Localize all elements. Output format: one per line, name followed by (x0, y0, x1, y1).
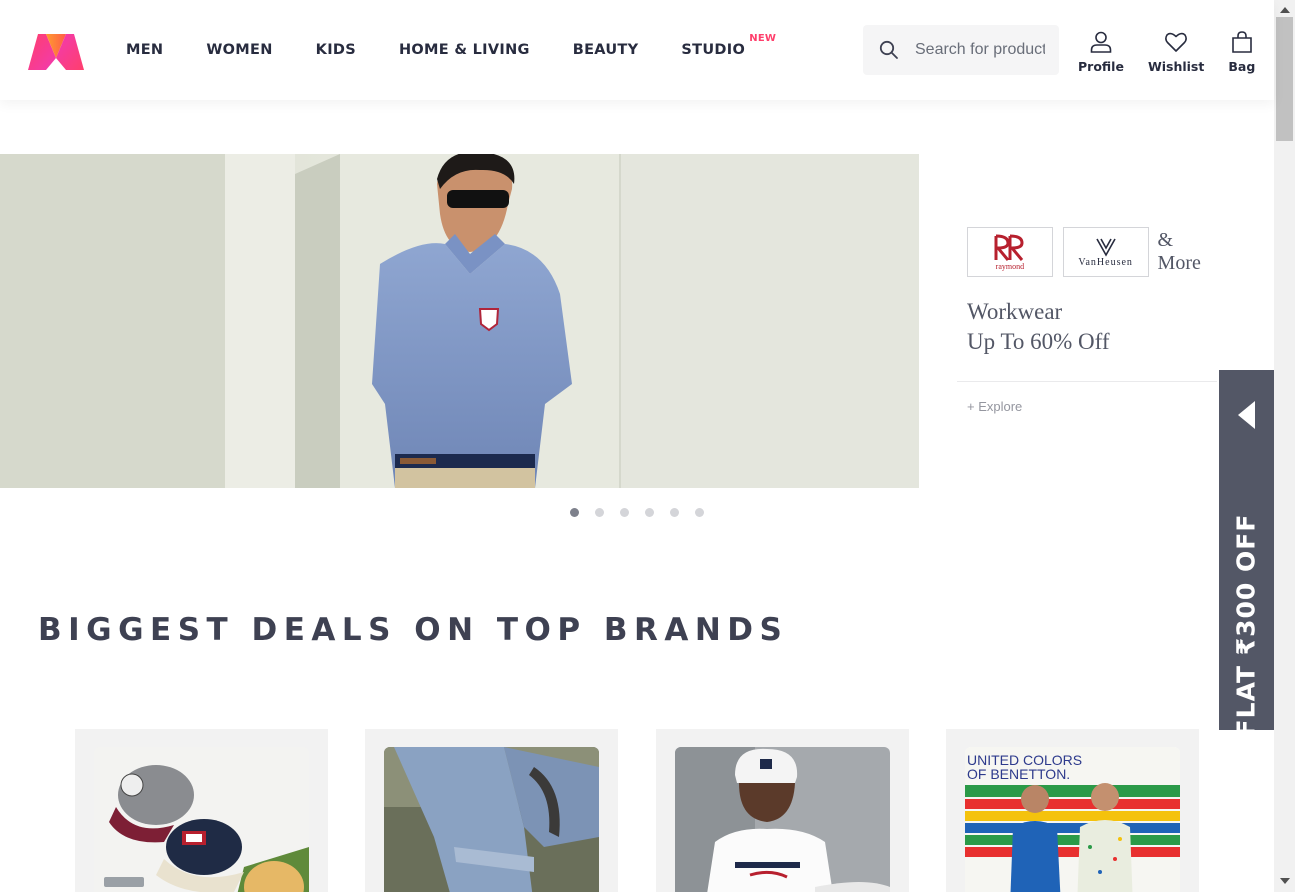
site-header: MEN WOMEN KIDS HOME & LIVING BEAUTY STUD… (0, 0, 1274, 100)
section-title: BIGGEST DEALS ON TOP BRANDS (38, 612, 789, 648)
deal-image (94, 747, 309, 892)
deal-image (384, 747, 599, 892)
profile-label: Profile (1078, 59, 1124, 74)
deal-image: UNITED COLORS OF BENETTON. (965, 747, 1180, 892)
hero-offer-title: Workwear Up To 60% Off (967, 299, 1110, 354)
van-heusen-logo[interactable]: VanHeusen (1062, 227, 1149, 277)
main-nav: MEN WOMEN KIDS HOME & LIVING BEAUTY STUD… (126, 0, 788, 100)
nav-home-living[interactable]: HOME & LIVING (399, 42, 530, 58)
brand-logos: raymond VanHeusen & More (957, 227, 1217, 277)
scroll-down-arrow-icon[interactable] (1280, 878, 1290, 884)
new-badge: NEW (749, 33, 777, 44)
deal-image (675, 747, 890, 892)
hero-banner-image[interactable] (0, 154, 919, 488)
more-brands-text: & More (1157, 229, 1201, 274)
nav-kids[interactable]: KIDS (316, 42, 356, 58)
carousel-dot[interactable] (645, 508, 654, 517)
search-bar (863, 25, 1059, 75)
deal-card-benetton[interactable]: UNITED COLORS OF BENETTON. (946, 729, 1199, 892)
wishlist-button[interactable]: Wishlist (1148, 30, 1204, 74)
nav-women[interactable]: WOMEN (206, 42, 272, 58)
carousel-dot[interactable] (570, 508, 579, 517)
scroll-up-arrow-icon[interactable] (1280, 7, 1290, 13)
header-actions: Profile Wishlist Bag (1078, 30, 1279, 74)
deal-card-tommy[interactable] (656, 729, 909, 892)
raymond-logo[interactable]: raymond (967, 227, 1053, 277)
heart-icon (1164, 30, 1188, 54)
explore-link[interactable]: + Explore (967, 399, 1217, 414)
carousel-dot[interactable] (670, 508, 679, 517)
myntra-logo[interactable] (24, 30, 88, 74)
profile-button[interactable]: Profile (1078, 30, 1124, 74)
carousel-dot[interactable] (695, 508, 704, 517)
flat-offer-tab[interactable]: FLAT ₹300 OFF (1219, 370, 1274, 736)
profile-icon (1089, 30, 1113, 54)
nav-beauty[interactable]: BEAUTY (573, 42, 639, 58)
flat-offer-label: FLAT ₹300 OFF (1231, 513, 1261, 737)
deal-card-caps[interactable] (75, 729, 328, 892)
expand-arrow-icon[interactable] (1238, 401, 1255, 429)
nav-men[interactable]: MEN (126, 42, 163, 58)
carousel-dot[interactable] (620, 508, 629, 517)
nav-studio[interactable]: STUDIO NEW (681, 33, 775, 58)
deal-card-denim[interactable] (365, 729, 618, 892)
page-scrollbar[interactable] (1274, 0, 1295, 892)
carousel-dot[interactable] (595, 508, 604, 517)
carousel-dots (570, 508, 720, 517)
bag-button[interactable]: Bag (1228, 30, 1255, 74)
wishlist-label: Wishlist (1147, 59, 1205, 74)
search-icon[interactable] (863, 25, 915, 75)
panel-divider (957, 381, 1217, 382)
bag-label: Bag (1228, 59, 1256, 74)
bag-icon (1230, 30, 1254, 54)
hero-offer-panel: raymond VanHeusen & More Workwear Up To … (957, 227, 1217, 414)
search-input[interactable] (915, 30, 1045, 70)
benetton-banner-text: UNITED COLORS OF BENETTON. (967, 752, 1086, 782)
